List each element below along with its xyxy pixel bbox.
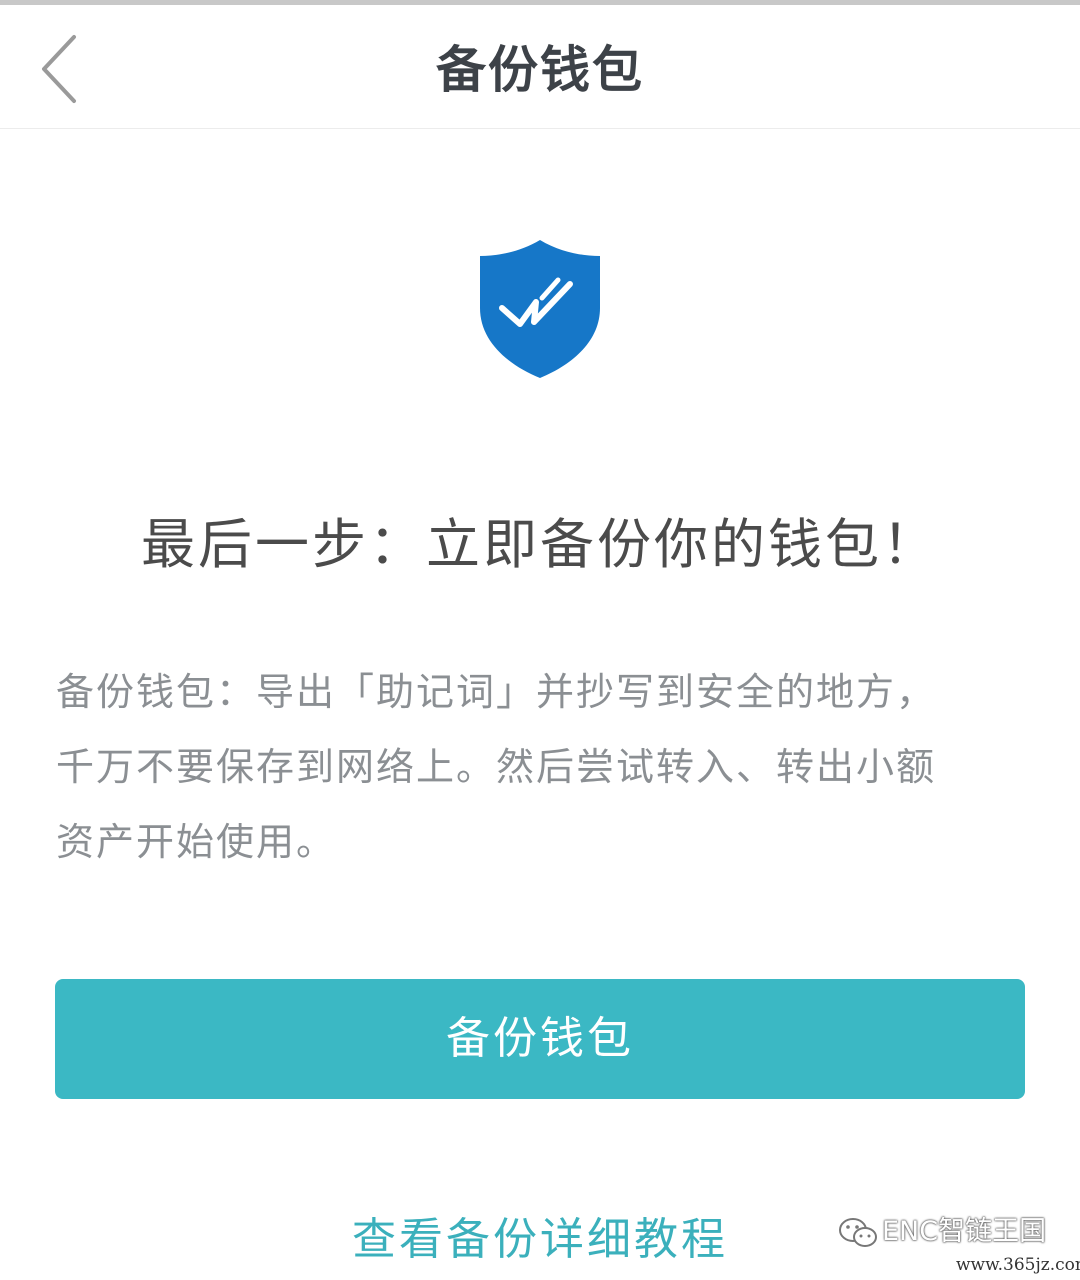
description-text: 备份钱包：导出「助记词」并抄写到安全的地方， 千万不要保存到网络上。然后尝试转入… — [56, 670, 937, 864]
nav-bar: 备份钱包 — [0, 5, 1080, 129]
back-button[interactable] — [22, 27, 102, 107]
watermark-url: www.365jz.com — [956, 1255, 1080, 1275]
shield-check-icon — [476, 236, 604, 382]
backup-wallet-button[interactable]: 备份钱包 — [55, 979, 1025, 1099]
headline: 最后一步：立即备份你的钱包！ — [141, 513, 939, 576]
backup-tutorial-link[interactable]: 查看备份详细教程 — [300, 1208, 780, 1272]
chevron-left-icon — [42, 35, 76, 103]
watermark-name: ENC智链王国 — [882, 1216, 1047, 1247]
watermark: ENC智链王国 www.365jz.com — [838, 1212, 1080, 1280]
wechat-logo-icon — [838, 1216, 878, 1250]
page-title: 备份钱包 — [436, 41, 644, 99]
